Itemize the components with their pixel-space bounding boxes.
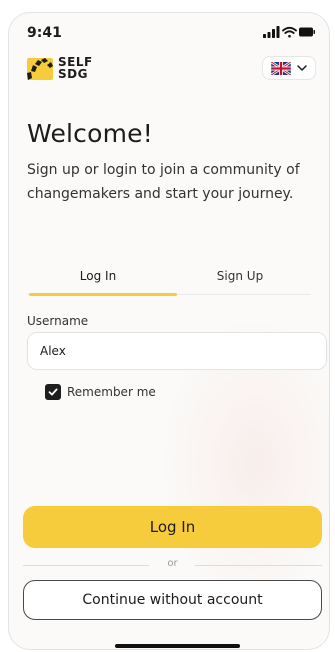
status-time: 9:41 xyxy=(27,25,62,41)
home-indicator-bar xyxy=(115,644,240,648)
signal-icon xyxy=(263,26,280,38)
check-icon xyxy=(48,388,58,396)
app-screen: 9:41 SELF SDG Welcome! Sign up or login … xyxy=(8,12,330,650)
uk-flag-icon xyxy=(271,62,291,75)
brand-line2: SDG xyxy=(58,67,88,81)
remember-me-label: Remember me xyxy=(67,385,156,399)
tab-signup[interactable]: Sign Up xyxy=(169,256,311,296)
continue-without-account-button[interactable]: Continue without account xyxy=(23,580,322,620)
login-button[interactable]: Log In xyxy=(23,506,322,548)
chevron-down-icon xyxy=(297,65,307,71)
self-sdg-logo: SELF SDG xyxy=(27,56,99,82)
language-selector[interactable] xyxy=(262,56,316,80)
status-icons xyxy=(263,26,315,38)
tab-signup-label: Sign Up xyxy=(216,269,264,283)
username-input[interactable] xyxy=(27,332,327,370)
or-label: or xyxy=(167,558,178,569)
remember-me-checkbox[interactable] xyxy=(45,384,61,400)
tab-login-label: Log In xyxy=(79,269,117,283)
active-tab-indicator xyxy=(29,293,177,296)
divider-line-right xyxy=(195,565,322,566)
logo-mark-icon xyxy=(27,58,53,80)
auth-tabs: Log In Sign Up xyxy=(27,256,311,296)
page-title: Welcome! xyxy=(27,119,153,148)
or-divider: or xyxy=(23,558,322,572)
battery-icon xyxy=(299,27,315,37)
tab-login[interactable]: Log In xyxy=(27,256,169,296)
wifi-icon xyxy=(282,26,297,38)
status-bar: 9:41 xyxy=(9,13,329,47)
username-label: Username xyxy=(27,314,89,328)
brand-name: SELF SDG xyxy=(58,56,93,80)
page-subtitle: Sign up or login to join a community of … xyxy=(27,162,300,202)
remember-me-row[interactable]: Remember me xyxy=(45,383,185,401)
